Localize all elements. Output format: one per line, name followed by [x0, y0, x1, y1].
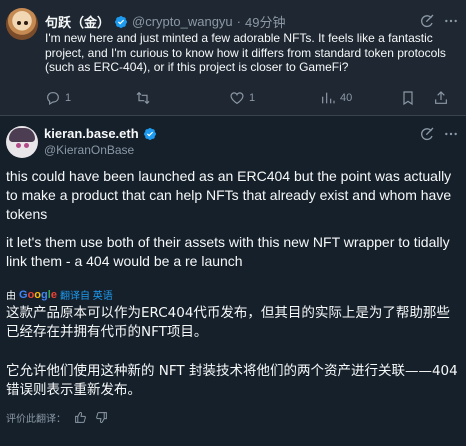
reply-timestamp[interactable]: 49分钟	[245, 12, 285, 31]
avatar-eye-left	[16, 143, 21, 148]
google-logo-letter: e	[50, 288, 57, 301]
grok-icon[interactable]	[419, 126, 435, 142]
thumbs-down-icon[interactable]	[95, 411, 108, 424]
reply-action-bar: 1 1 40	[45, 90, 461, 108]
post-text-paragraph-2: it let's them use both of their assets w…	[6, 234, 450, 269]
reply-author-avatar[interactable]	[6, 8, 38, 40]
translated-from-link[interactable]: 翻译自 英语	[60, 287, 113, 302]
verified-badge-icon	[115, 15, 127, 28]
translation-paragraph-1: 这款产品原本可以作为ERC404代币发布，但其目的实际上是为了帮助那些已经存在并…	[6, 305, 450, 340]
reply-tweet[interactable]: 句跃（金） @crypto_wangyu · 49分钟 I'm new here…	[0, 0, 466, 116]
reply-author-handle[interactable]: @crypto_wangyu	[132, 14, 233, 29]
avatar-eye-right	[24, 143, 29, 148]
views-count: 40	[340, 92, 353, 104]
avatar-hair	[9, 128, 35, 142]
translation-paragraph-2: 它允许他们使用这种新的 NFT 封装技术将他们的两个资产进行关联——404 错误…	[6, 363, 458, 398]
reply-author-name[interactable]: 句跃（金）	[45, 12, 110, 31]
like-button[interactable]: 1	[229, 90, 255, 106]
bookmark-button[interactable]	[400, 90, 416, 106]
more-icon[interactable]	[443, 126, 459, 142]
main-post: kieran.base.eth @KieranOnBase this could…	[0, 116, 466, 446]
reply-icon	[47, 92, 59, 106]
separator-dot: ·	[236, 14, 241, 29]
rate-translation-row: 评价此翻译：	[6, 410, 108, 425]
heart-icon	[230, 92, 244, 105]
share-button[interactable]	[433, 90, 449, 106]
translation-attribution: 由 Google 翻译自 英语	[6, 287, 113, 303]
post-author-handle[interactable]: @KieranOnBase	[44, 143, 134, 157]
repost-icon	[136, 91, 150, 105]
rate-translation-label: 评价此翻译：	[6, 414, 66, 425]
google-logo-letter: g	[41, 288, 48, 301]
google-logo: Google	[19, 289, 57, 301]
reply-count: 1	[65, 92, 72, 104]
post-author-name[interactable]: kieran.base.eth	[44, 126, 139, 141]
translated-by-prefix: 由	[6, 291, 16, 302]
like-count: 1	[249, 92, 256, 104]
post-name-line: kieran.base.eth	[44, 126, 157, 141]
grok-icon[interactable]	[419, 13, 435, 29]
reply-button[interactable]: 1	[45, 90, 71, 106]
google-logo-letter: G	[19, 288, 28, 301]
more-icon[interactable]	[443, 13, 459, 29]
share-icon	[435, 91, 447, 104]
thumbs-up-icon[interactable]	[74, 411, 87, 424]
verified-badge-icon	[143, 127, 156, 140]
views-button[interactable]: 40	[320, 90, 352, 106]
post-author-avatar[interactable]	[6, 126, 38, 158]
bookmark-icon	[403, 91, 413, 106]
repost-button[interactable]	[135, 90, 155, 106]
views-icon	[322, 92, 335, 104]
reply-text: I'm new here and just minted a few adora…	[45, 31, 446, 74]
reply-header: 句跃（金） @crypto_wangyu · 49分钟	[45, 12, 285, 31]
post-text-paragraph-1: this could have been launched as an ERC4…	[6, 168, 452, 222]
